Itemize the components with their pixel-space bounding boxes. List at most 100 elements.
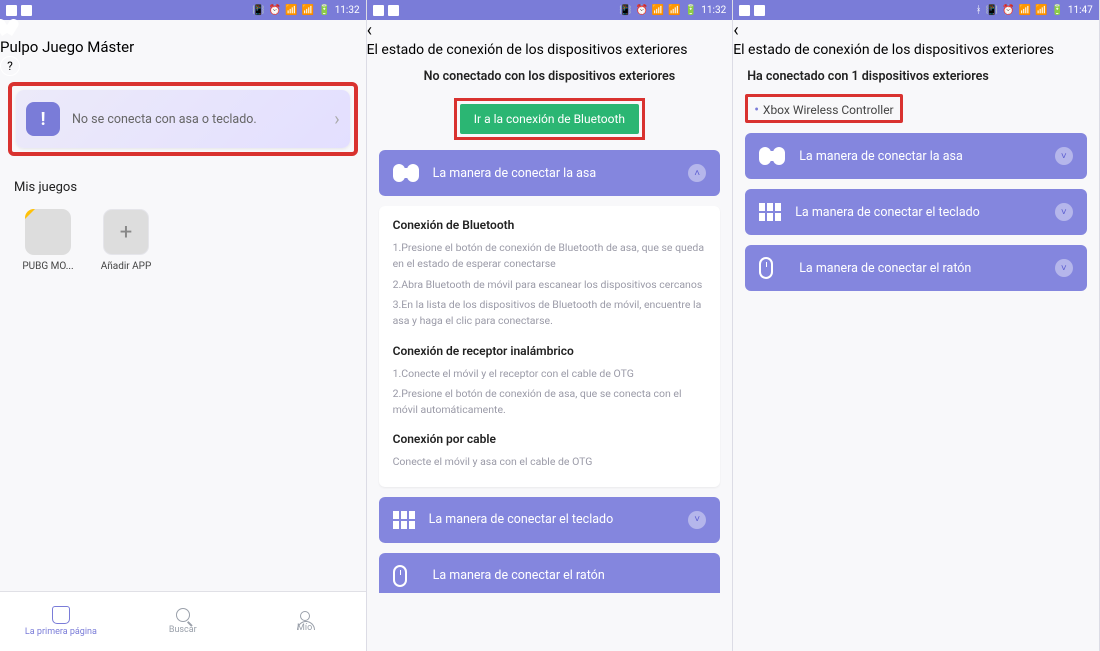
page-header: ‹ El estado de conexión de los dispositi… xyxy=(733,20,1099,59)
back-button[interactable]: ‹ xyxy=(733,20,1099,41)
banner-text: No se conecta con asa o teclado. xyxy=(72,112,322,127)
signal-icon: 📶 xyxy=(1035,5,1047,16)
app-label: Añadir APP xyxy=(97,261,155,272)
status-icon xyxy=(388,5,399,16)
back-button[interactable]: ‹ xyxy=(367,20,733,41)
nav-mine[interactable]: Mío xyxy=(244,592,366,651)
accordion-label: La manera de conectar el teclado xyxy=(429,512,675,527)
section-title: Conexión de receptor inalámbrico xyxy=(393,344,707,358)
accordion-mouse[interactable]: La manera de conectar el ratón ˅ xyxy=(745,245,1087,291)
alarm-icon: ⏰ xyxy=(635,5,647,16)
accordion-gamepad[interactable]: La manera de conectar la asa ˄ xyxy=(379,150,721,196)
accordion-label: La manera de conectar el teclado xyxy=(795,205,1041,220)
chevron-down-icon: ˅ xyxy=(1055,147,1073,165)
nav-home[interactable]: La primera página xyxy=(0,592,122,651)
signal-icon: 📶 xyxy=(668,5,680,16)
screen-connected: ᚼ 📳 ⏰ 📶 📶 🔋 11:47 ‹ El estado de conexió… xyxy=(733,0,1100,651)
accordion-label: La manera de conectar el ratón xyxy=(433,568,707,583)
instruction-line: 2.Abra Bluetooth de móvil para escanear … xyxy=(393,277,707,293)
connected-device-name: Xbox Wireless Controller xyxy=(763,103,894,117)
clock-text: 11:32 xyxy=(335,5,360,16)
instructions-card: Conexión de Bluetooth 1.Presione el botó… xyxy=(379,206,721,486)
bottom-nav: La primera página Buscar Mío xyxy=(0,591,366,651)
chevron-down-icon: ˅ xyxy=(688,511,706,529)
accordion-label: La manera de conectar la asa xyxy=(799,149,1041,164)
status-bar: 📳 ⏰ 📶 📶 🔋 11:32 xyxy=(0,0,366,20)
accordion-keyboard[interactable]: La manera de conectar el teclado ˅ xyxy=(745,189,1087,235)
instruction-line: 1.Conecte el móvil y el receptor con el … xyxy=(393,366,707,382)
instruction-line: Conecte el móvil y asa con el cable de O… xyxy=(393,454,707,470)
status-icon xyxy=(21,5,32,16)
person-icon xyxy=(300,611,310,621)
instruction-line: 1.Presione el botón de conexión de Bluet… xyxy=(393,240,707,273)
instruction-line: 2.Presione el botón de conexión de asa, … xyxy=(393,386,707,419)
plus-icon: + xyxy=(103,209,149,255)
wifi-icon: 📶 xyxy=(652,5,664,16)
vibrate-icon: 📳 xyxy=(986,5,998,16)
search-icon xyxy=(176,608,190,622)
app-grid: PUBG MO... + Añadir APP xyxy=(0,201,366,280)
page-title: El estado de conexión de los dispositivo… xyxy=(733,41,1099,59)
status-icon xyxy=(754,5,765,16)
accordion-keyboard[interactable]: La manera de conectar el teclado ˅ xyxy=(379,497,721,543)
alarm-icon: ⏰ xyxy=(269,5,281,16)
connection-banner[interactable]: ! No se conecta con asa o teclado. › xyxy=(16,90,350,148)
battery-icon: 🔋 xyxy=(685,5,697,16)
highlight-frame: • Xbox Wireless Controller xyxy=(745,94,902,123)
screen-home: 📳 ⏰ 📶 📶 🔋 11:32 Pulpo Juego Máster ? ! N… xyxy=(0,0,367,651)
status-bar: ᚼ 📳 ⏰ 📶 📶 🔋 11:47 xyxy=(733,0,1099,20)
nav-label: La primera página xyxy=(25,627,97,637)
nav-search[interactable]: Buscar xyxy=(122,592,244,651)
signal-icon: 📶 xyxy=(302,5,314,16)
vibrate-icon: 📳 xyxy=(619,5,631,16)
chevron-down-icon: ˅ xyxy=(1055,259,1073,277)
bluetooth-icon: ᚼ xyxy=(976,5,982,16)
not-connected-message: No conectado con los dispositivos exteri… xyxy=(379,69,721,84)
clock-text: 11:47 xyxy=(1068,5,1093,16)
bullet-icon: • xyxy=(754,102,759,118)
wifi-icon: 📶 xyxy=(285,5,297,16)
app-tile-pubg[interactable]: PUBG MO... xyxy=(20,209,76,272)
alert-icon: ! xyxy=(26,102,60,136)
vibrate-icon: 📳 xyxy=(252,5,264,16)
help-button[interactable]: ? xyxy=(0,56,20,76)
app-header: Pulpo Juego Máster ? xyxy=(0,20,366,76)
battery-icon: 🔋 xyxy=(1051,5,1063,16)
highlight-frame: Ir a la conexión de Bluetooth xyxy=(454,98,645,140)
chevron-down-icon: ˅ xyxy=(1055,203,1073,221)
section-title: Conexión por cable xyxy=(393,432,707,446)
page-header: ‹ El estado de conexión de los dispositi… xyxy=(367,20,733,59)
home-icon xyxy=(52,606,70,624)
app-title: Pulpo Juego Máster xyxy=(0,38,366,56)
my-games-label: Mis juegos xyxy=(0,162,366,201)
connected-message: Ha conectado con 1 dispositivos exterior… xyxy=(745,69,1087,84)
accordion-gamepad[interactable]: La manera de conectar la asa ˅ xyxy=(745,133,1087,179)
accordion-mouse[interactable]: La manera de conectar el ratón xyxy=(379,553,721,593)
wifi-icon: 📶 xyxy=(1019,5,1031,16)
clock-text: 11:32 xyxy=(701,5,726,16)
accordion-label: La manera de conectar el ratón xyxy=(799,261,1041,276)
pubg-icon xyxy=(25,209,71,255)
gamepad-icon xyxy=(759,147,785,165)
mouse-icon xyxy=(759,259,785,277)
app-logo-icon xyxy=(0,20,20,38)
highlight-frame: ! No se conecta con asa o teclado. › xyxy=(8,82,358,156)
screen-connection-guide: 📳 ⏰ 📶 📶 🔋 11:32 ‹ El estado de conexión … xyxy=(367,0,734,651)
app-label: PUBG MO... xyxy=(19,261,77,272)
status-icon xyxy=(739,5,750,16)
status-icon xyxy=(6,5,17,16)
keyboard-icon xyxy=(759,203,781,221)
accordion-label: La manera de conectar la asa xyxy=(433,166,675,181)
status-icon xyxy=(373,5,384,16)
instruction-line: 3.En la lista de los dispositivos de Blu… xyxy=(393,297,707,330)
mouse-icon xyxy=(393,567,419,585)
page-title: El estado de conexión de los dispositivo… xyxy=(367,41,733,59)
keyboard-icon xyxy=(393,511,415,529)
chevron-up-icon: ˄ xyxy=(688,164,706,182)
app-tile-add[interactable]: + Añadir APP xyxy=(98,209,154,272)
status-bar: 📳 ⏰ 📶 📶 🔋 11:32 xyxy=(367,0,733,20)
battery-icon: 🔋 xyxy=(318,5,330,16)
nav-label: Buscar xyxy=(169,625,197,635)
go-bluetooth-button[interactable]: Ir a la conexión de Bluetooth xyxy=(460,104,639,134)
gamepad-icon xyxy=(393,164,419,182)
